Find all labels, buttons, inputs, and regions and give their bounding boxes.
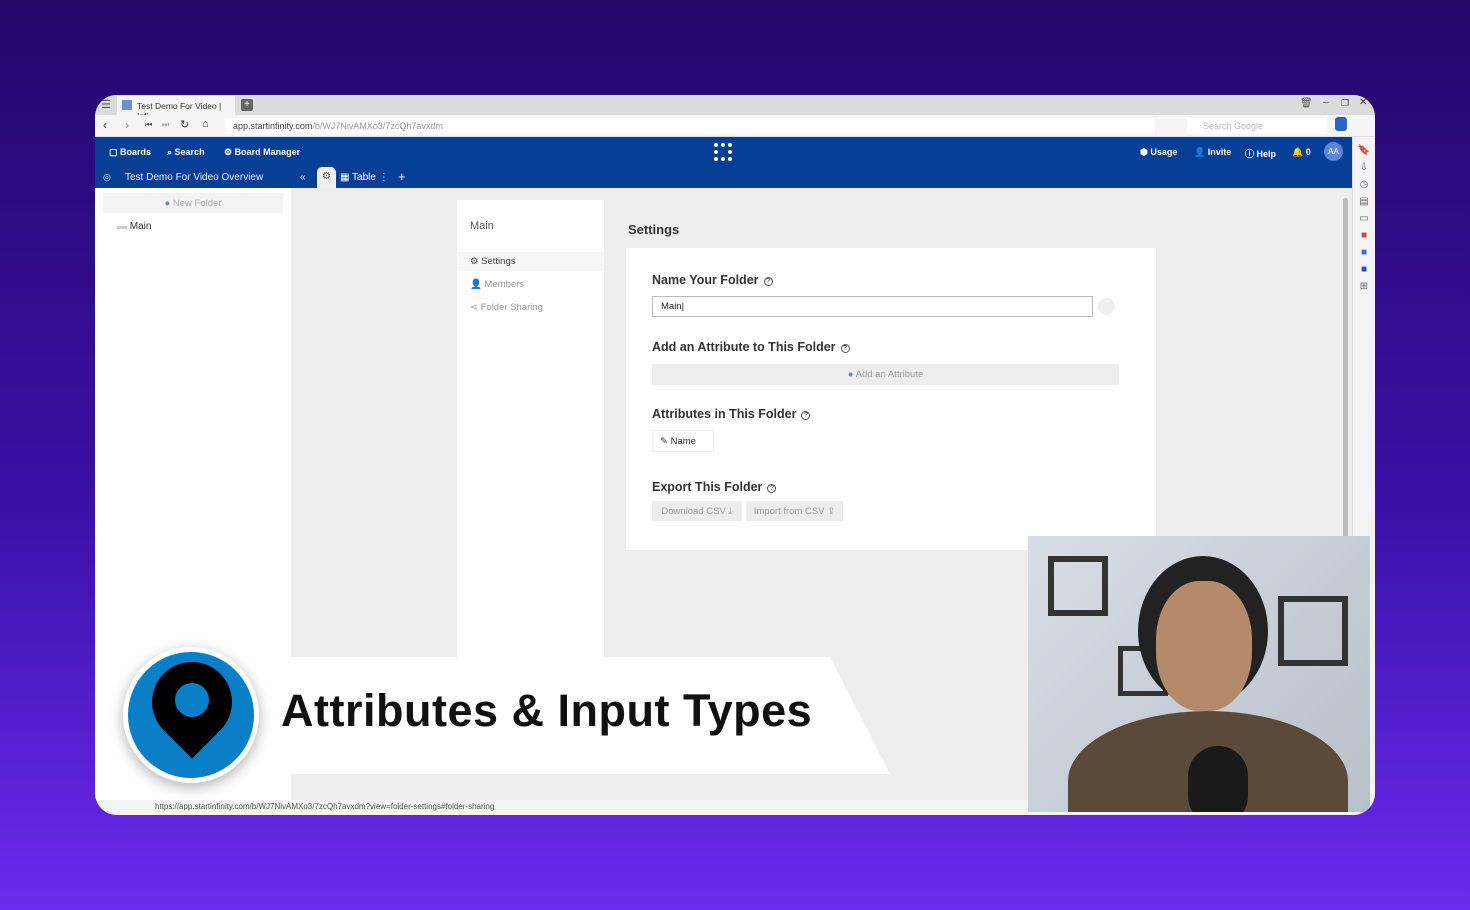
attributes-label: Attributes in This Folder? bbox=[652, 407, 810, 421]
folder-icon: ▬ bbox=[117, 221, 127, 232]
home-icon[interactable]: ⌂ bbox=[202, 118, 209, 130]
address-bar-row: ‹ › ⏮ ⏭ ↻ ⌂ app.startinfinity.com/b/WJ7N… bbox=[95, 115, 1375, 137]
google-search-input[interactable]: Search Google bbox=[1187, 118, 1327, 134]
settings-card: Name Your Folder? Main| Add an Attribute… bbox=[626, 248, 1156, 550]
close-icon[interactable]: ✕ bbox=[1359, 97, 1367, 108]
help-icon[interactable]: ? bbox=[841, 344, 850, 353]
attribute-name[interactable]: ✎ Name bbox=[652, 430, 714, 452]
infinity-icon[interactable]: ■ bbox=[1353, 247, 1375, 258]
scrollbar[interactable] bbox=[1343, 198, 1348, 538]
eye-icon[interactable]: ◎ bbox=[103, 172, 111, 183]
tab-table[interactable]: ▦ Table ⋮ bbox=[340, 172, 389, 183]
skip-forward-icon[interactable]: ⏭ bbox=[162, 120, 169, 130]
settings-title: Settings bbox=[628, 222, 679, 237]
favicon-icon bbox=[122, 100, 132, 110]
extension-icon[interactable] bbox=[1335, 117, 1347, 131]
wallet-icon[interactable]: ▭ bbox=[1353, 213, 1375, 224]
help-icon[interactable]: ? bbox=[767, 484, 776, 493]
new-tab-icon[interactable]: + bbox=[241, 99, 253, 111]
menu-icon[interactable]: ☰ bbox=[101, 98, 111, 111]
reload-icon[interactable]: ↻ bbox=[180, 118, 189, 131]
notifications-button[interactable]: 🔔 0 bbox=[1292, 147, 1311, 158]
forward-icon[interactable]: › bbox=[125, 118, 129, 132]
folder-name-input[interactable]: Main| bbox=[652, 296, 1093, 317]
usage-button[interactable]: ⬢ Usage bbox=[1140, 147, 1177, 158]
new-folder-button[interactable]: ● New Folder bbox=[103, 193, 283, 213]
add-panel-icon[interactable]: ⊞ bbox=[1353, 281, 1375, 292]
menu-settings[interactable]: ⚙ Settings bbox=[457, 252, 604, 271]
folder-name-heading: Main bbox=[457, 200, 604, 252]
app-icon[interactable]: ■ bbox=[1353, 230, 1375, 241]
bookmark-icon[interactable]: 🔖 bbox=[1353, 145, 1375, 156]
trash-icon[interactable]: 🗑 bbox=[1300, 98, 1313, 109]
help-button[interactable]: ⓘ Help bbox=[1245, 147, 1276, 160]
folder-item[interactable]: ▬ Main bbox=[103, 218, 283, 236]
add-attribute-button[interactable]: ● Add an Attribute bbox=[652, 364, 1119, 385]
tab-bar: ☰ Test Demo For Video | Infi + 🗑 – ❐ ✕ bbox=[95, 95, 1375, 115]
app-navbar: ▢ Boards ⌕ Search ⚙ Board Manager ⬢ Usag… bbox=[95, 137, 1352, 188]
invite-button[interactable]: 👤 Invite bbox=[1194, 147, 1231, 158]
skip-back-icon[interactable]: ⏮ bbox=[145, 120, 152, 130]
avatar[interactable]: AA bbox=[1324, 142, 1343, 161]
notes-icon[interactable]: ▤ bbox=[1353, 196, 1375, 207]
menu-members[interactable]: 👤 Members bbox=[457, 271, 604, 294]
help-icon[interactable]: ? bbox=[801, 411, 810, 420]
maximize-icon[interactable]: ❐ bbox=[1341, 98, 1349, 109]
webcam-video bbox=[1028, 536, 1370, 812]
board-manager-button[interactable]: ⚙ Board Manager bbox=[224, 147, 300, 158]
infinity-logo-icon bbox=[714, 143, 732, 161]
download-icon[interactable]: ⇩ bbox=[1353, 162, 1375, 173]
add-attribute-label: Add an Attribute to This Folder? bbox=[652, 340, 850, 354]
help-icon[interactable]: ? bbox=[764, 277, 773, 286]
p-app-icon[interactable]: ■ bbox=[1353, 264, 1375, 275]
board-title[interactable]: Test Demo For Video Overview bbox=[125, 172, 263, 183]
browser-window: ☰ Test Demo For Video | Infi + 🗑 – ❐ ✕ ‹… bbox=[95, 95, 1375, 815]
collapse-icon[interactable]: « bbox=[300, 172, 306, 183]
history-icon[interactable]: ◷ bbox=[1353, 179, 1375, 190]
menu-folder-sharing[interactable]: ⋖ Folder Sharing bbox=[457, 294, 604, 317]
minimize-icon[interactable]: – bbox=[1323, 97, 1329, 108]
color-picker[interactable] bbox=[1098, 298, 1115, 315]
location-pin-logo-icon bbox=[123, 647, 259, 783]
export-label: Export This Folder? bbox=[652, 480, 776, 494]
name-label: Name Your Folder? bbox=[652, 273, 773, 287]
url-input[interactable]: app.startinfinity.com/b/WJ7NivAMXo3/7zcQ… bbox=[225, 118, 1155, 134]
browser-tab[interactable]: Test Demo For Video | Infi bbox=[117, 96, 235, 115]
boards-button[interactable]: ▢ Boards bbox=[109, 147, 151, 158]
overlay-title: Attributes & Input Types bbox=[281, 685, 812, 737]
back-icon[interactable]: ‹ bbox=[103, 118, 107, 132]
search-button[interactable]: ⌕ Search bbox=[167, 147, 205, 158]
pencil-icon: ✎ bbox=[660, 436, 668, 447]
settings-menu: Main ⚙ Settings 👤 Members ⋖ Folder Shari… bbox=[457, 200, 604, 670]
import-csv-button[interactable]: Import from CSV ⇪ bbox=[746, 501, 843, 521]
add-view-icon[interactable]: + bbox=[398, 169, 406, 184]
download-csv-button[interactable]: Download CSV ⤓ bbox=[652, 501, 742, 521]
settings-tab[interactable]: ⚙ bbox=[317, 167, 336, 188]
